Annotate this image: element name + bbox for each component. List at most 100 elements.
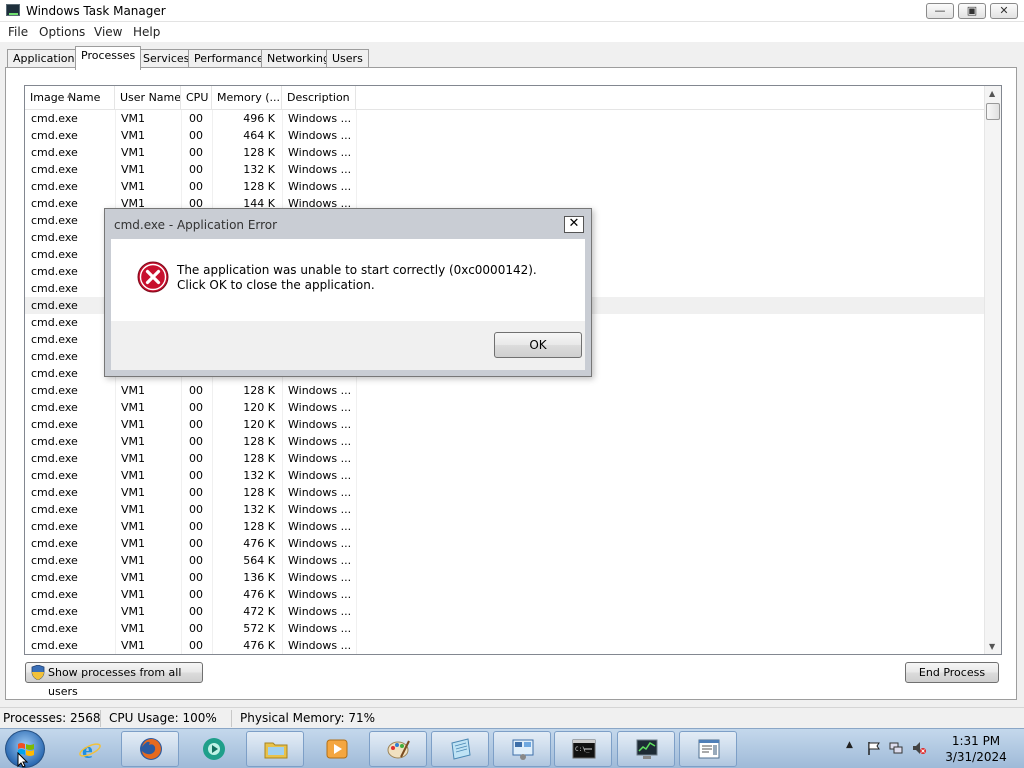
table-row[interactable]: cmd.exe VM1 00 464 K Windows ... [25,127,985,144]
cell-cpu: 00 [189,129,203,142]
tab-users[interactable]: Users [326,49,369,68]
vertical-scrollbar[interactable]: ▲ ▼ [984,86,1001,654]
cell-description: Windows ... [288,129,352,142]
cell-user: VM1 [121,146,146,159]
ok-button[interactable]: OK [494,332,582,358]
table-row[interactable]: cmd.exe VM1 00 136 K Windows ... [25,569,985,586]
taskbar-task-manager[interactable] [617,731,675,767]
cell-user: VM1 [121,503,146,516]
taskbar-notepad[interactable] [431,731,489,767]
taskbar-document-viewer[interactable] [679,731,737,767]
cell-cpu: 00 [189,520,203,533]
application-error-dialog: cmd.exe - Application Error ✕ The applic… [104,208,592,377]
table-row[interactable]: cmd.exe VM1 00 120 K Windows ... [25,399,985,416]
scroll-down-arrow-icon[interactable]: ▼ [989,642,995,651]
dialog-close-button[interactable]: ✕ [564,216,584,233]
error-icon [137,261,169,293]
show-all-users-button[interactable]: Show processes from all users [25,662,203,698]
table-row[interactable]: cmd.exe VM1 00 120 K Windows ... [25,416,985,433]
tab-services[interactable]: Services [137,49,196,68]
media-center-icon [203,738,225,760]
scroll-up-arrow-icon[interactable]: ▲ [989,89,995,98]
table-row[interactable]: cmd.exe VM1 00 476 K Windows ... [25,586,985,603]
column-description[interactable]: Description [282,86,356,110]
cell-memory: 464 K [243,129,275,142]
clock[interactable]: 1:31 PM 3/31/2024 [936,733,1016,765]
cell-image: cmd.exe [31,163,78,176]
cell-cpu: 00 [189,452,203,465]
cell-image: cmd.exe [31,384,78,397]
cell-user: VM1 [121,554,146,567]
cell-user: VM1 [121,639,146,652]
table-row[interactable]: cmd.exe VM1 00 132 K Windows ... [25,501,985,518]
cell-description: Windows ... [288,622,352,635]
tab-performance[interactable]: Performance [188,49,270,68]
cell-user: VM1 [121,486,146,499]
cell-image: cmd.exe [31,197,78,210]
taskbar-internet-explorer[interactable]: e [60,731,118,767]
cell-user: VM1 [121,520,146,533]
table-row[interactable]: cmd.exe VM1 00 472 K Windows ... [25,603,985,620]
cell-user: VM1 [121,112,146,125]
table-row[interactable]: cmd.exe VM1 00 128 K Windows ... [25,518,985,535]
cell-memory: 564 K [243,554,275,567]
taskbar-control-panel[interactable] [493,731,551,767]
table-row[interactable]: cmd.exe VM1 00 132 K Windows ... [25,467,985,484]
show-hidden-icons-arrow-icon[interactable]: ▲ [846,740,860,754]
menu-help[interactable]: Help [133,25,160,39]
table-row[interactable]: cmd.exe VM1 00 496 K Windows ... [25,110,985,127]
cell-cpu: 00 [189,112,203,125]
menu-options[interactable]: Options [39,25,85,39]
cell-memory: 132 K [243,163,275,176]
table-row[interactable]: cmd.exe VM1 00 128 K Windows ... [25,144,985,161]
tab-processes[interactable]: Processes [75,46,142,70]
network-icon[interactable] [889,741,903,755]
cell-image: cmd.exe [31,554,78,567]
cell-image: cmd.exe [31,146,78,159]
taskbar-firefox[interactable] [121,731,179,767]
table-row[interactable]: cmd.exe VM1 00 128 K Windows ... [25,382,985,399]
cell-image: cmd.exe [31,112,78,125]
table-row[interactable]: cmd.exe VM1 00 128 K Windows ... [25,433,985,450]
cell-memory: 128 K [243,180,275,193]
cell-image: cmd.exe [31,367,78,380]
cell-description: Windows ... [288,384,352,397]
taskbar-media-center[interactable] [184,731,242,767]
taskbar-windows-explorer[interactable] [246,731,304,767]
menu-file[interactable]: File [8,25,28,39]
tab-networking[interactable]: Networking [261,49,336,68]
action-center-flag-icon[interactable] [867,741,881,755]
menu-view[interactable]: View [94,25,122,39]
table-row[interactable]: cmd.exe VM1 00 476 K Windows ... [25,637,985,654]
end-process-button[interactable]: End Process [905,662,999,683]
table-row[interactable]: cmd.exe VM1 00 128 K Windows ... [25,178,985,195]
table-row[interactable]: cmd.exe VM1 00 132 K Windows ... [25,161,985,178]
column-cpu[interactable]: CPU [181,86,212,110]
status-bar: Processes: 2568 CPU Usage: 100% Physical… [0,707,1024,728]
dialog-footer: OK [111,321,585,370]
taskbar-command-prompt[interactable]: C:\_ [554,731,612,767]
title-bar[interactable]: Windows Task Manager — ▣ ✕ [0,0,1024,22]
column-memory[interactable]: Memory (... [212,86,282,110]
cell-cpu: 00 [189,384,203,397]
column-user-name[interactable]: User Name [115,86,181,110]
taskbar-paint[interactable] [369,731,427,767]
scrollbar-thumb[interactable] [986,103,1000,120]
table-row[interactable]: cmd.exe VM1 00 476 K Windows ... [25,535,985,552]
table-row[interactable]: cmd.exe VM1 00 128 K Windows ... [25,450,985,467]
minimize-button[interactable]: — [926,3,954,19]
dialog-body: The application was unable to start corr… [111,239,585,370]
cell-cpu: 00 [189,163,203,176]
table-row[interactable]: cmd.exe VM1 00 564 K Windows ... [25,552,985,569]
table-row[interactable]: cmd.exe VM1 00 572 K Windows ... [25,620,985,637]
cell-description: Windows ... [288,163,352,176]
table-row[interactable]: cmd.exe VM1 00 128 K Windows ... [25,484,985,501]
cell-memory: 472 K [243,605,275,618]
taskbar-media-player[interactable] [307,731,365,767]
restore-button[interactable]: ▣ [958,3,986,19]
volume-muted-icon[interactable] [912,741,926,755]
column-image-name[interactable]: ▲ Image Name [25,86,115,110]
cell-image: cmd.exe [31,435,78,448]
close-button[interactable]: ✕ [990,3,1018,19]
cell-cpu: 00 [189,503,203,516]
